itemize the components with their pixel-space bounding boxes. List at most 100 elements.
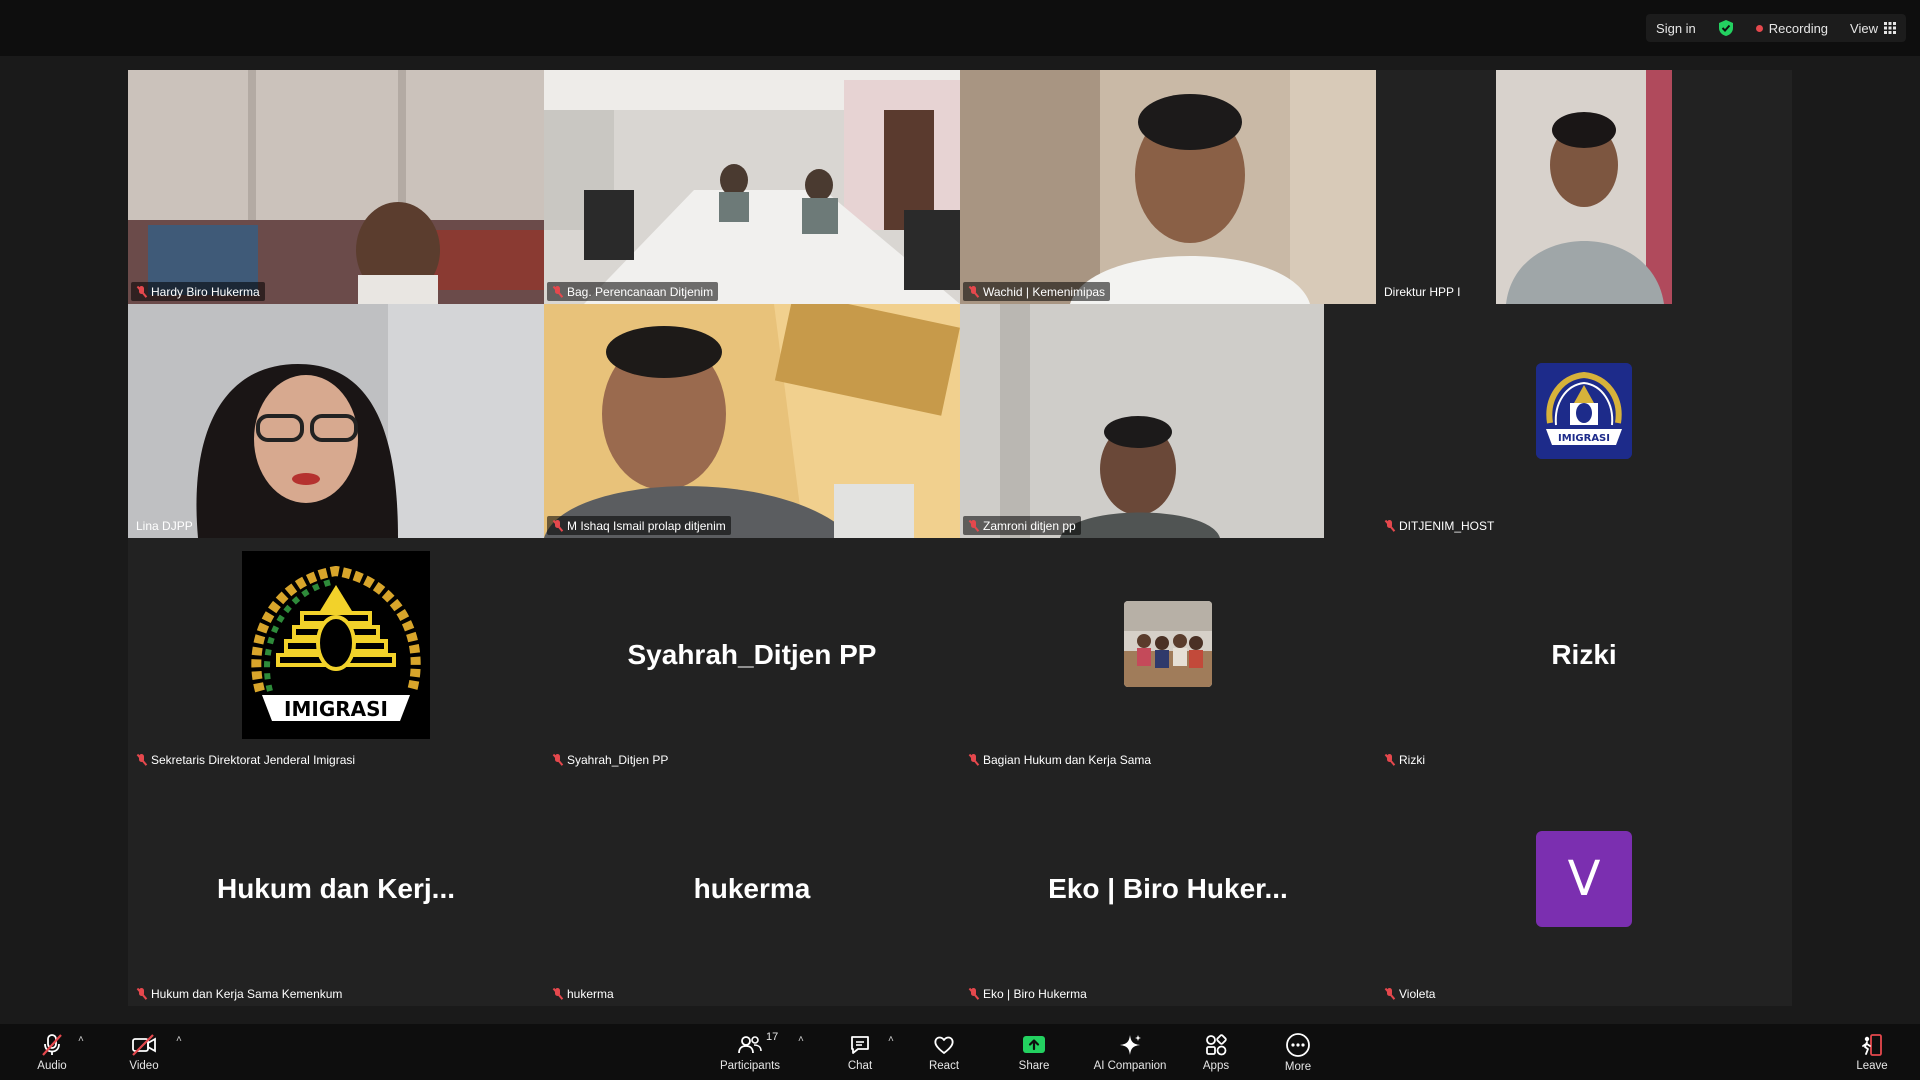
participant-nameplate: Lina DJPP [131,516,198,535]
more-options-icon [1286,1032,1310,1057]
imigrasi-emblem-icon: IMIGRASI [1536,363,1632,459]
participant-tile[interactable]: Rizki Rizki [1376,538,1792,772]
encryption-shield-icon[interactable] [1718,19,1734,37]
video-label: Video [129,1059,159,1072]
muted-mic-icon [968,519,979,532]
participant-nameplate: Violeta [1379,984,1440,1003]
view-button[interactable]: View [1850,21,1896,36]
participant-name: Hardy Biro Hukerma [151,284,260,299]
video-button[interactable]: Video [124,1024,164,1080]
recording-dot-icon [1755,24,1763,32]
participant-name: Wachid | Kemenimipas [983,284,1106,299]
more-button[interactable]: More [1278,1024,1318,1080]
chat-options-chevron-up-icon[interactable]: ˄ [888,1034,894,1045]
ai-companion-label: AI Companion [1093,1059,1167,1072]
participant-tile[interactable]: Syahrah_Ditjen PP Syahrah_Ditjen PP [544,538,960,772]
muted-mic-icon [136,987,147,1000]
participant-name: Violeta [1399,986,1436,1001]
participants-count: 17 [766,1031,779,1043]
participant-tile[interactable]: Bagian Hukum dan Kerja Sama [960,538,1376,772]
participant-name: Zamroni ditjen pp [983,518,1076,533]
participant-nameplate: M Ishaq Ismail prolap ditjenim [547,516,731,535]
participant-nameplate: Hukum dan Kerja Sama Kemenkum [131,984,347,1003]
leave-door-icon [1862,1033,1882,1056]
participant-name: Sekretaris Direktorat Jenderal Imigrasi [151,752,356,767]
muted-mic-icon [1384,987,1395,1000]
sparkle-icon [1120,1034,1141,1055]
share-screen-icon [1023,1035,1045,1053]
muted-mic-icon [968,987,979,1000]
participant-video [960,304,1376,538]
participant-tile[interactable]: Hardy Biro Hukerma [128,70,544,304]
muted-mic-icon [968,285,979,298]
top-right-controls: Sign in Recording View [1646,14,1906,42]
muted-mic-icon [1384,519,1395,532]
gallery-grid: Hardy Biro Hukerma Bag. Perencanaan Ditj… [128,70,1792,1006]
participant-video [544,304,960,538]
participant-nameplate: Bag. Perencanaan Ditjenim [547,282,719,301]
heart-icon [934,1036,954,1054]
grid-view-icon [1884,22,1896,34]
muted-mic-icon [552,987,563,1000]
participant-nameplate: Sekretaris Direktorat Jenderal Imigrasi [131,750,360,769]
participant-tile[interactable]: M Ishaq Ismail prolap ditjenim [544,304,960,538]
participant-nameplate: Wachid | Kemenimipas [963,282,1111,301]
recording-indicator[interactable]: Recording [1755,20,1829,36]
muted-mic-icon [552,753,563,766]
participant-tile[interactable]: hukerma hukerma [544,772,960,1006]
share-button[interactable]: Share [1014,1024,1054,1080]
share-label: Share [1018,1059,1050,1072]
participant-nameplate: Rizki [1379,750,1430,769]
participant-tile[interactable]: IMIGRASI DITJENIM_HOST [1376,304,1792,538]
apps-icon [1206,1033,1227,1055]
video-options-chevron-up-icon[interactable]: ˄ [176,1034,182,1045]
participant-name: hukerma [567,986,614,1001]
participant-nameplate: Zamroni ditjen pp [963,516,1081,535]
participant-name: Hukum dan Kerja Sama Kemenkum [151,986,343,1001]
participant-tile[interactable]: Lina DJPP [128,304,544,538]
muted-mic-icon [136,285,147,298]
participant-tile[interactable]: Wachid | Kemenimipas [960,70,1376,304]
participant-name: Bag. Perencanaan Ditjenim [567,284,714,299]
participant-video [960,70,1376,304]
participants-icon [738,1035,762,1053]
audio-button[interactable]: Audio [32,1024,72,1080]
apps-label: Apps [1202,1059,1230,1072]
participant-display-name: Eko | Biro Huker... [1048,873,1288,904]
participant-display-name: Hukum dan Kerj... [216,873,456,904]
recording-label: Recording [1768,20,1829,36]
participant-video [128,70,544,304]
participant-name: M Ishaq Ismail prolap ditjenim [567,518,726,533]
participant-tile[interactable]: Hukum dan Kerj... Hukum dan Kerja Sama K… [128,772,544,1006]
audio-options-chevron-up-icon[interactable]: ˄ [78,1034,84,1045]
view-label: View [1850,20,1878,36]
sign-in-button[interactable]: Sign in [1656,21,1696,36]
top-bar: Sign in Recording View [0,0,1920,56]
participant-tile[interactable]: Bag. Perencanaan Ditjenim [544,70,960,304]
chat-button[interactable]: Chat [840,1024,880,1080]
leave-label: Leave [1856,1059,1888,1072]
participant-video [544,70,960,304]
participant-tile-active-speaker[interactable]: Direktur HPP I [1376,70,1792,304]
participant-tile[interactable]: Zamroni ditjen pp [960,304,1376,538]
participant-tile[interactable]: V Violeta [1376,772,1792,1006]
react-button[interactable]: React [924,1024,964,1080]
ai-companion-button[interactable]: AI Companion [1088,1024,1172,1080]
leave-button[interactable]: Leave [1852,1024,1892,1080]
participant-nameplate: Direktur HPP I [1379,282,1465,301]
participant-nameplate: Syahrah_Ditjen PP [547,750,673,769]
imigrasi-emblem-icon: IMIGRASI [242,551,430,739]
participant-tile[interactable]: Eko | Biro Huker... Eko | Biro Hukerma [960,772,1376,1006]
participant-tile[interactable]: IMIGRASI Sekretaris Direktorat Jenderal … [128,538,544,772]
apps-button[interactable]: Apps [1196,1024,1236,1080]
participant-nameplate: Eko | Biro Hukerma [963,984,1092,1003]
react-label: React [928,1059,960,1072]
audio-label: Audio [37,1059,67,1072]
participant-video [1376,70,1792,304]
muted-mic-icon [552,285,563,298]
muted-microphone-icon [42,1033,62,1056]
muted-mic-icon [552,519,563,532]
participants-options-chevron-up-icon[interactable]: ˄ [798,1034,804,1045]
chat-label: Chat [847,1059,873,1072]
participant-display-name: Syahrah_Ditjen PP [627,639,877,670]
